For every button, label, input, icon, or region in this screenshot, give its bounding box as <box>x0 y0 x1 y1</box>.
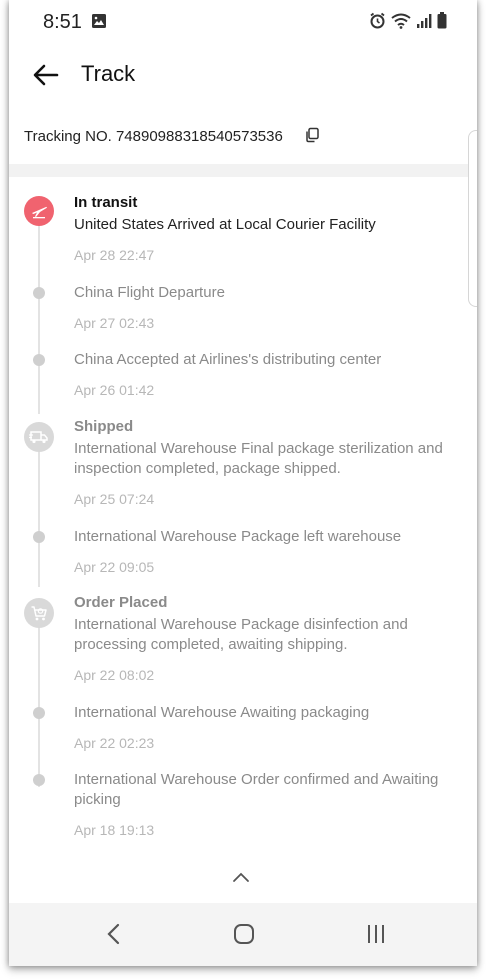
section-divider <box>9 164 477 177</box>
nav-back-icon[interactable] <box>104 923 124 950</box>
event-time: Apr 26 01:42 <box>74 382 155 398</box>
event-time: Apr 18 19:13 <box>74 822 155 838</box>
event-description: International Warehouse Package left war… <box>74 528 402 545</box>
tracking-event: International Warehouse Package left war… <box>74 527 464 575</box>
phone-screen: 8:51 Track Tracking NO. 7489098831854057… <box>9 0 477 966</box>
timeline-line <box>38 624 40 787</box>
plane-icon <box>24 196 54 226</box>
event-time: Apr 22 09:05 <box>74 559 155 575</box>
image-icon <box>91 13 107 34</box>
app-header: Track <box>9 44 477 106</box>
event-description: International Warehouse Package disinfec… <box>74 616 408 653</box>
page-title: Track <box>81 61 136 86</box>
nav-home-icon[interactable] <box>233 923 255 950</box>
timeline-dot <box>33 531 45 543</box>
event-time: Apr 25 07:24 <box>74 491 155 507</box>
battery-icon <box>437 12 447 34</box>
event-status: Order Placed <box>74 594 168 611</box>
scroll-thumb[interactable] <box>468 130 477 307</box>
nav-recent-icon[interactable] <box>365 923 387 950</box>
wifi-icon <box>391 13 411 34</box>
timeline-line <box>38 449 40 587</box>
tracking-event: Order Placed International Warehouse Pac… <box>74 594 464 683</box>
system-nav-bar <box>9 903 477 966</box>
arrow-left-icon[interactable] <box>31 60 61 90</box>
event-status: In transit <box>74 194 138 211</box>
status-bar: 8:51 <box>9 0 477 44</box>
tracking-event: Shipped International Warehouse Final pa… <box>74 418 464 507</box>
tracking-number: Tracking NO. 74890988318540573536 <box>24 128 283 145</box>
timeline-line <box>38 221 40 414</box>
event-description: International Warehouse Order confirmed … <box>74 771 439 808</box>
tracking-event: International Warehouse Awaiting packagi… <box>74 703 464 751</box>
tracking-event: China Accepted at Airlines's distributin… <box>74 350 464 398</box>
tracking-number-row: Tracking NO. 74890988318540573536 <box>9 118 477 156</box>
event-time: Apr 28 22:47 <box>74 247 155 263</box>
tracking-event: China Flight Departure Apr 27 02:43 <box>74 283 464 331</box>
timeline-dot <box>33 354 45 366</box>
event-description: International Warehouse Final package st… <box>74 440 443 477</box>
event-description: China Flight Departure <box>74 284 225 301</box>
tracking-event: In transit United States Arrived at Loca… <box>74 194 464 263</box>
copy-icon[interactable] <box>304 127 320 143</box>
event-description: United States Arrived at Local Courier F… <box>74 216 376 233</box>
tracking-event: International Warehouse Order confirmed … <box>74 770 464 838</box>
cart-icon <box>24 598 54 628</box>
event-description: China Accepted at Airlines's distributin… <box>74 351 382 368</box>
timeline-dot <box>33 287 45 299</box>
event-time: Apr 22 02:23 <box>74 735 155 751</box>
alarm-icon <box>369 12 386 34</box>
event-time: Apr 22 08:02 <box>74 667 155 683</box>
chevron-up-icon[interactable] <box>231 870 251 882</box>
event-status: Shipped <box>74 418 134 435</box>
status-icons <box>369 12 447 34</box>
timeline-dot <box>33 774 45 786</box>
signal-icon <box>416 13 432 34</box>
event-time: Apr 27 02:43 <box>74 315 155 331</box>
event-description: International Warehouse Awaiting packagi… <box>74 704 370 721</box>
timeline-dot <box>33 707 45 719</box>
status-time: 8:51 <box>43 11 82 33</box>
truck-icon <box>24 422 54 452</box>
